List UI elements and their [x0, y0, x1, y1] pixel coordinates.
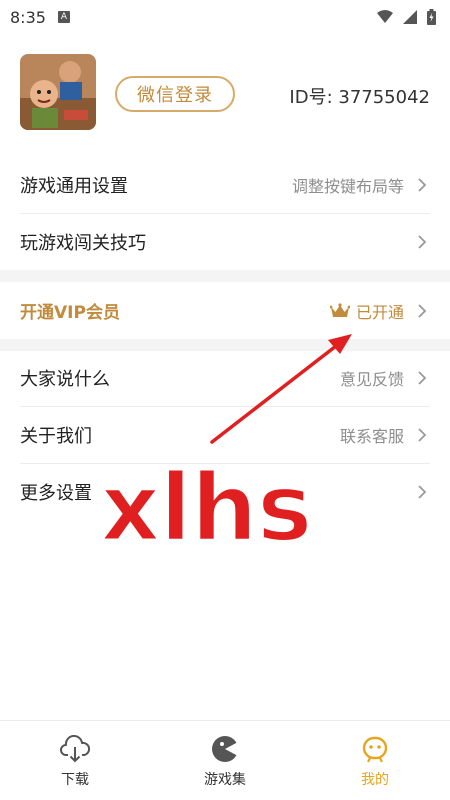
tab-mine[interactable]: 我的 — [300, 721, 450, 800]
status-time: 8:35 — [10, 7, 46, 27]
tab-label: 下载 — [61, 772, 89, 788]
tab-label: 游戏集 — [204, 772, 246, 788]
menu-item-label: 游戏通用设置 — [20, 175, 128, 197]
profile-face-icon — [362, 736, 388, 763]
menu-item-label: 开通VIP会员 — [20, 303, 120, 323]
wifi-icon — [377, 10, 393, 23]
crown-icon — [329, 302, 350, 317]
menu-item-value: 联系客服 — [339, 426, 404, 446]
chevron-right-icon — [414, 301, 430, 321]
menu-item-label: 玩游戏闯关技巧 — [20, 232, 146, 254]
avatar[interactable] — [20, 54, 96, 130]
chevron-right-icon — [414, 368, 430, 388]
status-icons — [377, 9, 436, 25]
tab-download[interactable]: 下载 — [0, 721, 150, 800]
chevron-right-icon — [414, 425, 430, 445]
menu-item-label: 关于我们 — [20, 425, 92, 447]
menu-item-game-settings[interactable]: 游戏通用设置 调整按键布局等 — [0, 156, 450, 213]
game-collection-icon — [212, 736, 238, 762]
wechat-login-button[interactable]: 微信登录 — [115, 76, 235, 112]
menu-item-value: 已开通 — [355, 302, 404, 322]
menu-item-game-tips[interactable]: 玩游戏闯关技巧 — [0, 213, 450, 270]
chevron-right-icon — [414, 482, 430, 502]
vip-status: 已开通 — [329, 299, 404, 323]
menu-item-vip[interactable]: 开通VIP会员 已开通 — [0, 282, 450, 339]
user-id: ID号: 37755042 — [289, 87, 430, 108]
menu-item-label: 更多设置 — [20, 482, 92, 504]
tab-game-collection[interactable]: 游戏集 — [150, 721, 300, 800]
status-bar: 8:35 A — [0, 0, 450, 34]
chevron-right-icon — [414, 175, 430, 195]
cloud-download-icon — [60, 735, 90, 763]
signal-icon — [403, 10, 417, 24]
battery-icon — [427, 9, 436, 25]
menu-item-value: 调整按键布局等 — [291, 176, 404, 196]
menu-item-label: 大家说什么 — [20, 368, 110, 390]
profile-header: 微信登录 ID号: 37755042 — [0, 52, 450, 134]
notification-icon: A — [57, 11, 70, 23]
chevron-right-icon — [414, 232, 430, 252]
menu-item-feedback[interactable]: 大家说什么 意见反馈 — [0, 349, 450, 406]
menu-item-value: 意见反馈 — [339, 369, 404, 389]
section-gap — [0, 270, 450, 282]
bottom-tab-bar: 下载 游戏集 我的 — [0, 720, 450, 800]
tab-label: 我的 — [361, 772, 389, 788]
watermark-text: xlhs — [99, 454, 315, 563]
